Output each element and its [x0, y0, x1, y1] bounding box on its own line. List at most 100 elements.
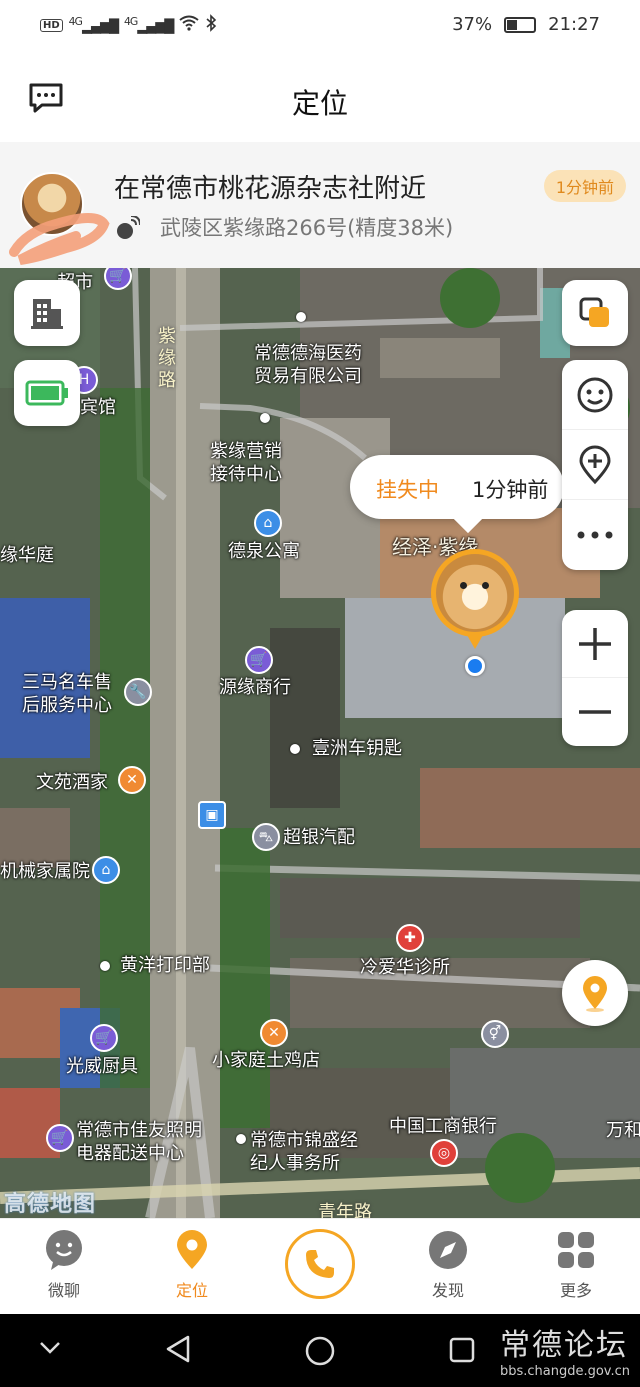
more-dots-icon: [577, 531, 613, 539]
map-view[interactable]: 紫缘路 青年路 ...超市 🛒 常德德海医药 贸易有限公司 H 宾馆 紫缘营销 …: [0, 268, 640, 1218]
zoom-in-button[interactable]: [562, 610, 628, 678]
minus-icon: [579, 710, 611, 714]
tab-more-label: 更多: [559, 1281, 592, 1300]
dog-avatar-icon: [436, 554, 514, 632]
hide-keyboard-icon[interactable]: [38, 1340, 62, 1356]
tab-chat[interactable]: 微聊: [24, 1229, 104, 1301]
tab-location-label: 定位: [175, 1281, 208, 1300]
poi-dequan-apartment[interactable]: 德泉公寓: [228, 540, 300, 563]
satellite-icon: [114, 215, 141, 242]
forum-url: bbs.changde.gov.cn: [499, 1364, 630, 1379]
building-icon: [31, 299, 63, 329]
poi-dot: [100, 961, 110, 971]
scribble-overlay: [9, 213, 110, 265]
poi-dot: [260, 413, 270, 423]
building-button[interactable]: [14, 280, 80, 346]
device-avatar-marker[interactable]: [431, 549, 519, 649]
system-nav-bar: 常德论坛 bbs.changde.gov.cn: [0, 1314, 640, 1387]
poi-huangyang[interactable]: 黄洋打印部: [120, 954, 210, 977]
battery-full-icon: [25, 380, 68, 406]
poi-wanhe[interactable]: 万和: [606, 1119, 640, 1142]
poi-dot: [296, 312, 306, 322]
title-bar: 定位: [0, 56, 640, 142]
more-options-button[interactable]: [562, 500, 628, 570]
call-button[interactable]: [285, 1229, 355, 1299]
poi-sanma[interactable]: 三马名车售 后服务中心: [22, 671, 112, 717]
page-title: 定位: [291, 87, 348, 120]
location-info-panel: 在常德市桃花源杂志社附近 1分钟前 武陵区紫缘路266号(精度38米): [0, 142, 640, 268]
hd-icon: HD: [40, 18, 63, 32]
car-icon[interactable]: ⛍: [252, 823, 280, 851]
poi-dot: [290, 744, 300, 754]
residence-icon[interactable]: ⌂: [92, 856, 120, 884]
map-tools-column: [562, 360, 628, 570]
poi-hotel[interactable]: 宾馆: [80, 396, 116, 419]
poi-chaoyin[interactable]: 超银汽配: [283, 826, 355, 849]
tab-location[interactable]: 定位: [152, 1229, 232, 1301]
map-layers-button[interactable]: [562, 280, 628, 346]
tab-more[interactable]: 更多: [536, 1229, 616, 1301]
battery-status-button[interactable]: [14, 360, 80, 426]
home-icon[interactable]: [304, 1335, 336, 1367]
poi-yizhou[interactable]: 壹洲车钥匙: [312, 737, 402, 760]
face-button[interactable]: [562, 360, 628, 430]
location-pin-icon: [583, 976, 607, 1012]
forum-watermark: 常德论坛 bbs.changde.gov.cn: [500, 1320, 630, 1379]
zoom-out-button[interactable]: [562, 678, 628, 746]
battery-percent: 37%: [452, 14, 493, 35]
poi-yuanhua[interactable]: 缘华庭: [0, 544, 54, 567]
wrench-icon[interactable]: 🔧: [124, 678, 152, 706]
poi-wenyuan[interactable]: 文苑酒家: [36, 771, 108, 794]
restaurant-icon[interactable]: ✕: [118, 766, 146, 794]
map-provider-watermark: 高德地图: [4, 1192, 97, 1217]
restaurant-icon[interactable]: ✕: [260, 1019, 288, 1047]
tab-discover-label: 发现: [431, 1281, 464, 1300]
poi-icbc[interactable]: 中国工商银行: [389, 1115, 497, 1138]
poi-xiaojiating[interactable]: 小家庭土鸡店: [212, 1049, 320, 1072]
locate-device-button[interactable]: [562, 960, 628, 1026]
add-location-button[interactable]: [562, 430, 628, 500]
clinic-icon[interactable]: ✚: [396, 924, 424, 952]
current-location-dot: [465, 656, 485, 676]
forum-name: 常德论坛: [499, 1328, 628, 1363]
device-status-bubble[interactable]: 挂失中 1分钟前: [350, 455, 564, 534]
smile-face-icon: [577, 377, 613, 412]
shop-icon[interactable]: 🛒: [90, 1024, 118, 1052]
shop-icon[interactable]: 🛒: [46, 1124, 74, 1152]
shop-icon[interactable]: 🛒: [245, 646, 273, 674]
poi-jinsheng[interactable]: 常德市锦盛经 纪人事务所: [250, 1129, 358, 1175]
grid-icon: [555, 1229, 597, 1271]
poi-ziyuan-sales[interactable]: 紫缘营销 接待中心: [210, 440, 282, 486]
tab-discover[interactable]: 发现: [408, 1229, 488, 1301]
tab-chat-label: 微聊: [47, 1281, 80, 1300]
poi-jiayou[interactable]: 常德市佳友照明 电器配送中心: [76, 1119, 202, 1165]
poi-lengai[interactable]: 冷爱华诊所: [360, 956, 450, 979]
update-time-badge: 1分钟前: [543, 170, 626, 202]
wifi-icon: [179, 15, 199, 35]
poi-jixie[interactable]: 机械家属院: [0, 860, 90, 883]
lost-status-label: 挂失中: [376, 478, 439, 502]
bank-icon[interactable]: ◎: [430, 1139, 458, 1167]
poi-guangwei[interactable]: 光威厨具: [66, 1055, 138, 1078]
plus-icon: [579, 627, 611, 660]
location-plus-icon: [579, 445, 611, 484]
apartment-icon[interactable]: ⌂: [254, 509, 282, 537]
bottom-tab-bar: 微聊 定位 发现 更多: [0, 1218, 640, 1314]
compass-icon: [427, 1229, 469, 1271]
location-pin-icon: [171, 1229, 213, 1271]
back-icon[interactable]: [164, 1334, 192, 1364]
zoom-controls: [562, 610, 628, 746]
bus-stop-icon[interactable]: ▣: [198, 801, 226, 829]
poi-dehai-pharma[interactable]: 常德德海医药 贸易有限公司: [254, 342, 362, 388]
poi-yuanyuan[interactable]: 源缘商行: [219, 676, 291, 699]
bubble-time-label: 1分钟前: [472, 478, 549, 502]
recents-icon[interactable]: [448, 1336, 476, 1364]
phone-icon: [306, 1250, 334, 1278]
battery-icon: [504, 16, 537, 33]
toilet-icon[interactable]: ⚥: [481, 1020, 509, 1048]
road-label-ziyuan: 紫缘路: [158, 326, 176, 391]
status-bar: HD 4G▂▄▆█ 4G▂▄▆█ 37% 21:27: [0, 0, 640, 56]
clock: 21:27: [548, 14, 600, 35]
layers-icon: [579, 297, 609, 327]
road-label-qingnian: 青年路: [318, 1202, 372, 1218]
